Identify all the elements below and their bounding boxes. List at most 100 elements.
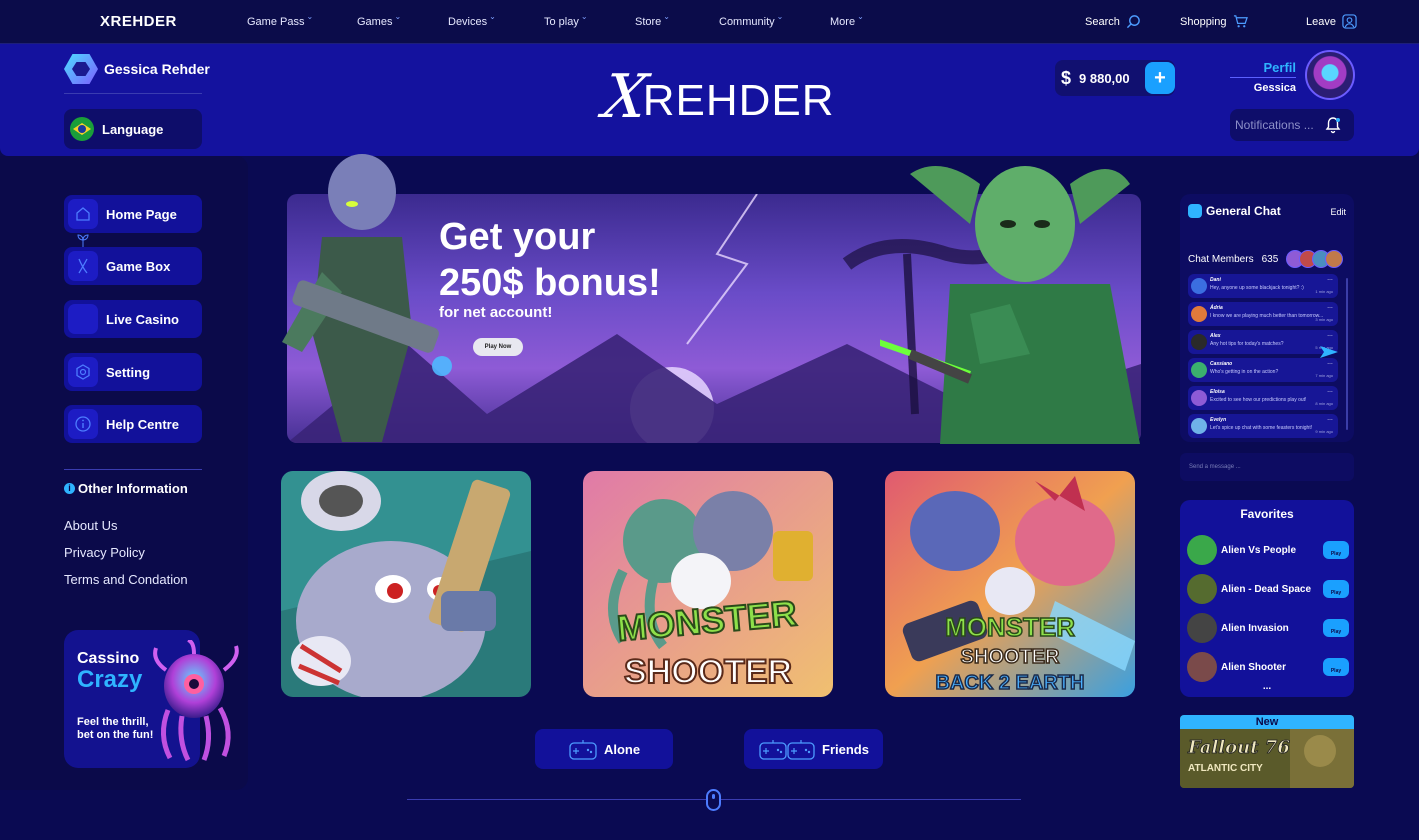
chevron-down-icon: ⌄ [663,12,670,21]
chat-message[interactable]: Ádria I know we are playing much better t… [1188,302,1338,326]
sidebar-item-game-box[interactable]: Game Box [64,247,202,285]
favorite-play-button[interactable]: Play [1323,658,1349,676]
sidebar-item-label: Setting [106,364,151,380]
sidebar-item-live-casino[interactable]: Live Casino [64,300,202,338]
chat-message-time: 9 min ago [1315,429,1333,434]
avatar [1191,362,1207,378]
chat-message[interactable]: Alex Any hot tips for today's matches?… 5 … [1188,330,1338,354]
play-with-friends-button[interactable]: Friends [744,729,883,769]
main-logo[interactable]: X REHDER [599,62,835,132]
more-options-icon[interactable]: … [1327,416,1333,422]
favorite-item[interactable]: Alien Vs People Play [1187,533,1349,567]
chat-message[interactable]: Cassiano Who's getting in on the action?…… [1188,358,1338,382]
info-icon [68,409,98,439]
nav-label: To play [544,16,579,28]
more-options-icon[interactable]: … [1327,276,1333,282]
brazil-flag-icon [70,117,94,141]
favorite-item[interactable]: Alien Shooter Play [1187,650,1349,684]
leave-label: Leave [1306,15,1336,28]
mouse-scroll-icon[interactable] [706,789,721,811]
favorite-item-name: Alien - Dead Space [1221,583,1312,595]
play-now-button[interactable]: Play Now [473,338,523,356]
game-thumbnail [1187,535,1217,565]
search-button[interactable]: Search [1085,14,1141,29]
privacy-policy-link[interactable]: Privacy Policy [64,545,145,560]
new-game-card[interactable]: New Fallout 76 ATLANTIC CITY [1180,715,1354,788]
game-card-robot-gunner[interactable] [281,471,531,697]
favorites-title: Favorites [1240,507,1294,521]
chat-message-author: Alex [1210,333,1221,339]
cassino-crazy-promo[interactable]: Cassino Crazy Feel the thrill, bet on th… [64,630,239,768]
home-icon [68,199,98,229]
avatar [1325,250,1344,268]
chat-message[interactable]: Evelyn Let's spice up chat with some feas… [1188,414,1338,438]
more-options-icon[interactable]: … [1327,304,1333,310]
language-selector[interactable]: Language [64,109,202,149]
other-information-heading: i Other Information [64,481,188,496]
profile-name: Gessica [1253,82,1296,94]
favorite-play-button[interactable]: Play [1323,619,1349,637]
favorites-more-button[interactable]: ... [1180,682,1354,692]
add-funds-button[interactable]: + [1145,62,1175,94]
nav-game-pass[interactable]: Game Pass ⌄ [247,13,313,29]
more-options-icon[interactable]: … [1327,332,1333,338]
game-card-title-middle: SHOOTER [961,646,1060,668]
favorite-item-name: Alien Invasion [1221,622,1289,634]
balance-amount: 9 880,00 [1079,70,1130,86]
profile-label: Perfil [1263,60,1296,75]
user-brand[interactable]: Gessica Rehder [64,54,210,84]
chat-message-time: 8 min ago [1315,401,1333,406]
avatar [1191,306,1207,322]
nav-more[interactable]: More ⌄ [830,13,864,29]
alien-creature-illustration [153,640,239,762]
about-us-link[interactable]: About Us [64,518,117,533]
favorite-item[interactable]: Alien Invasion Play [1187,611,1349,645]
chat-message-time: 1 min ago [1315,289,1333,294]
chat-message-time: 3 min ago [1315,317,1333,322]
favorite-play-button[interactable]: Play [1323,580,1349,598]
send-arrow-icon[interactable] [1320,346,1338,358]
logo-mark: X [599,62,652,132]
profile-info[interactable]: Perfil Gessica [1230,60,1296,94]
favorite-item-name: Alien Vs People [1221,544,1297,556]
notifications-field[interactable]: Notifications ... [1230,109,1354,141]
language-label: Language [102,121,164,137]
sidebar-item-label: Help Centre [106,416,179,432]
chat-members[interactable]: Chat Members 635 [1188,250,1344,268]
nav-label: Games [357,16,393,28]
sidebar-item-help-centre[interactable]: Help Centre [64,405,202,443]
hexagon-logo-icon [64,54,98,84]
general-chat-panel: General Chat Edit Chat Members 635 Dani H… [1180,194,1354,442]
nav-games[interactable]: Games ⌄ [357,13,401,29]
more-options-icon[interactable]: … [1327,388,1333,394]
game-thumbnail [1187,613,1217,643]
nav-devices[interactable]: Devices ⌄ [448,13,496,29]
nav-store[interactable]: Store ⌄ [635,12,670,29]
chat-message[interactable]: Eloisa Excited to see how our predictions… [1188,386,1338,410]
play-alone-button[interactable]: Alone [535,729,673,769]
game-card-monster-shooter-2[interactable]: MONSTER SHOOTER BACK 2 EARTH [885,471,1135,697]
shopping-button[interactable]: Shopping [1180,14,1248,29]
nav-to-play[interactable]: To play ⌄ [544,13,588,29]
avatar [1191,334,1207,350]
chat-edit-button[interactable]: Edit [1330,207,1346,217]
avatar[interactable] [1305,50,1355,100]
chat-message-time: 7 min ago [1315,373,1333,378]
nav-label: Game Pass [247,16,305,28]
monster-shooter-2-art: MONSTER SHOOTER BACK 2 EARTH [885,471,1135,697]
leave-button[interactable]: Leave [1306,14,1357,29]
favorite-item[interactable]: Alien - Dead Space Play [1187,572,1349,606]
more-options-icon[interactable]: … [1327,360,1333,366]
sidebar-item-setting[interactable]: Setting [64,353,202,391]
sidebar-item-home-page[interactable]: Home Page [64,195,202,233]
site-logo-small[interactable]: XREHDER [100,13,177,30]
divider [1230,77,1296,78]
bell-icon [1325,117,1341,134]
favorite-play-button[interactable]: Play [1323,541,1349,559]
terms-link[interactable]: Terms and Condation [64,572,188,587]
chat-message-input[interactable]: Send a message ... [1180,453,1354,481]
nav-community[interactable]: Community ⌄ [719,13,783,29]
chat-scrollbar[interactable] [1346,278,1348,430]
chat-message[interactable]: Dani Hey, anyone up some blackjack tonigh… [1188,274,1338,298]
game-card-monster-shooter[interactable]: MONSTER SHOOTER [583,471,833,697]
